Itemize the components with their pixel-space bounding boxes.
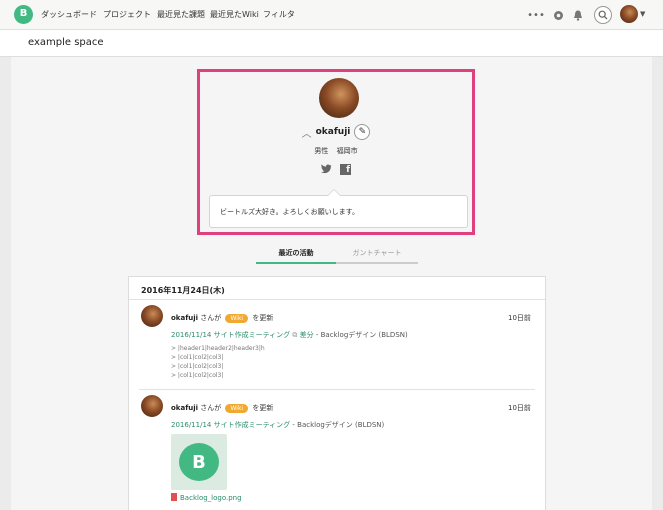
- profile-gender: 男性: [314, 147, 329, 155]
- entry-action: を更新: [252, 404, 274, 412]
- profile-name-row: ︿ okafuji ✎: [200, 123, 472, 141]
- backlog-logo-icon[interactable]: B: [14, 5, 33, 24]
- entry-avatar[interactable]: [141, 395, 163, 417]
- entry-quote-line: > |col1|col2|col3|: [171, 354, 224, 361]
- nav-projects[interactable]: プロジェクト: [103, 9, 151, 20]
- image-file-icon: [171, 493, 177, 501]
- entry-san: さんが: [200, 404, 222, 412]
- entry-page-link[interactable]: 2016/11/14 サイト作成ミーティング: [171, 331, 290, 339]
- profile-bio-text: ビートルズ大好き。よろしくお願いします。: [220, 208, 359, 216]
- notification-bell-icon[interactable]: [571, 6, 585, 24]
- divider: [129, 299, 545, 300]
- more-icon[interactable]: •••: [527, 6, 545, 24]
- entry-page-link[interactable]: 2016/11/14 サイト作成ミーティング: [171, 421, 290, 429]
- divider: [139, 389, 535, 390]
- activity-date: 2016年11月24日(木): [141, 286, 225, 295]
- profile-meta: 男性 福岡市: [200, 146, 472, 156]
- entry-quote-line: > |col1|col2|col3|: [171, 372, 224, 379]
- chevron-down-icon: ▼: [640, 10, 646, 18]
- social-links: f: [200, 164, 472, 176]
- profile-avatar: [319, 78, 359, 118]
- diff-icon: ⧉: [292, 331, 298, 339]
- entry-quote-line: > |header1|header2|header3|h: [171, 345, 265, 352]
- profile-card: ︿ okafuji ✎ 男性 福岡市 f ビートルズ大好き。よろしくお願いします…: [197, 69, 475, 235]
- entry-quote-line: > |col1|col2|col3|: [171, 363, 224, 370]
- wiki-badge: Wiki: [225, 404, 249, 413]
- entry-project: - Backlogデザイン (BLDSN): [315, 331, 408, 339]
- profile-bio: ビートルズ大好き。よろしくお願いします。: [209, 195, 468, 228]
- logo-letter: B: [19, 8, 28, 19]
- profile-location: 福岡市: [336, 147, 358, 155]
- entry-avatar[interactable]: [141, 305, 163, 327]
- space-bar: example space: [0, 30, 663, 57]
- entry-project: - Backlogデザイン (BLDSN): [292, 421, 385, 429]
- nav-filter[interactable]: フィルタ: [263, 9, 295, 20]
- tab-recent-activity[interactable]: 最近の活動: [256, 248, 336, 264]
- entry-action: を更新: [252, 314, 274, 322]
- attachment-filename[interactable]: Backlog_logo.png: [180, 494, 242, 502]
- attachment-file: Backlog_logo.png: [171, 493, 242, 502]
- attachment-thumbnail[interactable]: B: [171, 434, 227, 490]
- entry-time: 10日前: [508, 314, 531, 322]
- top-nav: B ダッシュボード プロジェクト 最近見た課題 最近見たWiki フィルタ ••…: [0, 0, 663, 30]
- entry-title-row: 2016/11/14 サイト作成ミーティング ⧉ 差分 - Backlogデザイ…: [171, 330, 408, 340]
- search-icon[interactable]: [594, 6, 612, 24]
- user-avatar: [620, 5, 638, 23]
- activity-feed: 2016年11月24日(木) okafuji さんが Wiki を更新 10日前…: [128, 276, 546, 510]
- entry-san: さんが: [200, 314, 222, 322]
- bio-arrow-inner: [328, 190, 340, 196]
- profile-username: okafuji: [315, 127, 351, 137]
- entry-time: 10日前: [508, 404, 531, 412]
- entry-diff-link[interactable]: 差分: [300, 331, 314, 339]
- facebook-icon[interactable]: f: [340, 164, 351, 175]
- watch-icon[interactable]: [551, 6, 565, 24]
- nav-recent-issues[interactable]: 最近見た課題: [157, 9, 205, 20]
- entry-username[interactable]: okafuji: [171, 314, 198, 322]
- user-menu[interactable]: ▼: [620, 5, 645, 23]
- space-name[interactable]: example space: [28, 37, 104, 48]
- chevron-up-icon[interactable]: ︿: [302, 125, 312, 140]
- backlog-logo-icon: B: [179, 443, 219, 481]
- edit-pencil-icon[interactable]: ✎: [354, 124, 371, 140]
- thumbnail-letter: B: [192, 452, 206, 473]
- nav-recent-wiki[interactable]: 最近見たWiki: [210, 9, 259, 20]
- nav-dashboard[interactable]: ダッシュボード: [41, 9, 97, 20]
- wiki-badge: Wiki: [225, 314, 249, 323]
- entry-header: okafuji さんが Wiki を更新: [171, 403, 273, 413]
- entry-title-row: 2016/11/14 サイト作成ミーティング - Backlogデザイン (BL…: [171, 420, 384, 430]
- tab-gantt-chart[interactable]: ガントチャート: [336, 248, 418, 264]
- twitter-icon[interactable]: [321, 164, 332, 176]
- entry-header: okafuji さんが Wiki を更新: [171, 313, 273, 323]
- entry-username[interactable]: okafuji: [171, 404, 198, 412]
